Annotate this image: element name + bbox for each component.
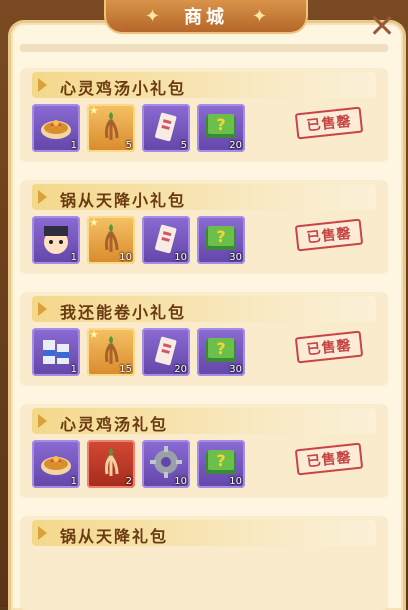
item-count: 10 [229,476,242,487]
gift-pack-card: 锅从天降礼包 [20,516,388,610]
svg-text:?: ? [216,227,225,246]
item-count: 5 [125,140,132,151]
reward-list: 1 ★ 15 20? 30 [32,328,245,376]
pack-title-bar: 锅从天降礼包 [32,520,376,546]
reward-item[interactable]: ? 30 [197,328,245,376]
arrow-icon [38,190,47,204]
item-count: 10 [174,476,187,487]
item-count: 10 [174,252,187,263]
star-icon: ★ [89,216,99,229]
reward-item[interactable]: ★ 10 [87,216,135,264]
reward-item[interactable]: 5 [142,104,190,152]
sold-out-stamp: 已售罄 [294,442,364,476]
arrow-icon [38,78,47,92]
gift-pack-card: 我还能卷小礼包 1 ★ 15 20? 30 已售罄 [20,292,388,386]
pack-title-bar: 锅从天降小礼包 [32,184,376,210]
item-count: 1 [70,364,77,375]
svg-text:?: ? [216,451,225,470]
sold-out-stamp: 已售罄 [294,218,364,252]
item-count: 20 [174,364,187,375]
pack-title-bar: 心灵鸡汤礼包 [32,408,376,434]
gift-pack-card: 锅从天降小礼包 1 ★ 10 10? 30 已售罄 [20,180,388,274]
close-icon[interactable]: ✕ [366,7,398,45]
reward-item[interactable]: 10 [142,440,190,488]
arrow-icon [38,302,47,316]
star-icon: ★ [89,328,99,341]
item-count: 30 [229,252,242,263]
title-banner: ✦ 商城 ✦ [104,0,308,34]
item-count: 5 [180,140,187,151]
pack-name: 我还能卷小礼包 [60,303,187,322]
pack-name: 心灵鸡汤小礼包 [60,79,187,98]
item-count: 1 [70,252,77,263]
pack-title-bar: 心灵鸡汤小礼包 [32,72,376,98]
arrow-icon [38,414,47,428]
svg-text:?: ? [216,339,225,358]
item-count: 10 [119,252,132,263]
sparkle-icon: ✦ [144,5,160,27]
item-count: 1 [70,140,77,151]
page-title: 商城 [184,7,228,28]
pack-name: 心灵鸡汤礼包 [60,415,169,434]
reward-item[interactable]: 20 [142,328,190,376]
svg-text:?: ? [216,115,225,134]
reward-list: 1 ★ 10 10? 30 [32,216,245,264]
reward-item[interactable]: ? 10 [197,440,245,488]
item-count: 30 [229,364,242,375]
reward-list: 1 2 10? 10 [32,440,245,488]
gift-pack-card: 心灵鸡汤小礼包 1 ★ 5 5? 20 已售罄 [20,68,388,162]
item-count: 1 [70,476,77,487]
reward-list: 1 ★ 5 5? 20 [32,104,245,152]
item-count: 15 [119,364,132,375]
sold-out-stamp: 已售罄 [294,106,364,140]
pack-name: 锅从天降小礼包 [60,191,187,210]
star-icon: ★ [89,104,99,117]
gift-pack-card: 心灵鸡汤礼包 1 2 10? 10 已售罄 [20,404,388,498]
reward-item[interactable]: 2 [87,440,135,488]
divider [20,44,388,52]
reward-item[interactable]: 1 [32,216,80,264]
reward-item[interactable]: ★ 5 [87,104,135,152]
reward-item[interactable]: 1 [32,328,80,376]
reward-item[interactable]: 1 [32,104,80,152]
reward-item[interactable]: 1 [32,440,80,488]
reward-item[interactable]: ? 20 [197,104,245,152]
sold-out-stamp: 已售罄 [294,330,364,364]
shop-window: ✦ 商城 ✦ ✕ 心灵鸡汤小礼包 1 ★ 5 5? 20 已售罄 锅从天降小礼包 1 ★ 10 10?… [0,0,408,610]
pack-title-bar: 我还能卷小礼包 [32,296,376,322]
item-count: 2 [125,476,132,487]
reward-item[interactable]: 10 [142,216,190,264]
reward-item[interactable]: ★ 15 [87,328,135,376]
reward-item[interactable]: ? 30 [197,216,245,264]
sparkle-icon: ✦ [252,5,268,27]
item-count: 20 [229,140,242,151]
pack-name: 锅从天降礼包 [60,527,169,546]
arrow-icon [38,526,47,540]
